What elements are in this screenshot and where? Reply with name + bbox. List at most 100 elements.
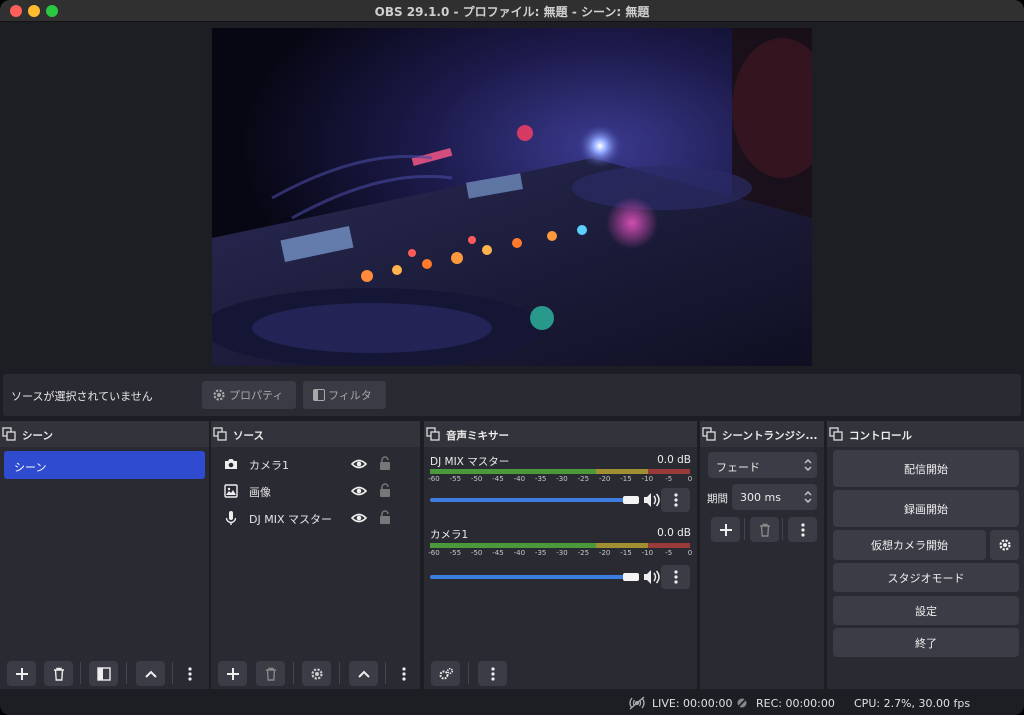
volume-slider[interactable]: [430, 498, 630, 502]
transition-select-value: フェード: [716, 461, 760, 474]
scene-menu-button[interactable]: [180, 661, 200, 686]
meter-scale-tick: -5: [665, 549, 673, 557]
source-item-camera[interactable]: カメラ1: [223, 453, 403, 475]
channel-menu-button[interactable]: [661, 565, 690, 589]
transition-menu-button[interactable]: [788, 517, 817, 542]
meter-scale-tick: -35: [534, 475, 547, 483]
start-virtual-camera-button[interactable]: 仮想カメラ開始: [833, 530, 986, 560]
duration-spinbox[interactable]: 300 ms: [732, 484, 817, 510]
toolbar-separator: [744, 518, 745, 540]
microphone-icon: [225, 511, 237, 525]
transitions-title: シーントランジシ...: [722, 430, 818, 442]
meter-scale-tick: -40: [513, 475, 526, 483]
move-scene-up-button[interactable]: [136, 661, 165, 686]
stepper-icon[interactable]: [803, 489, 813, 505]
scene-transitions-dock: シーントランジシ... フェード 期間 300 ms: [700, 421, 824, 689]
toolbar-separator: [172, 662, 173, 684]
meter-scale: -60 -55 -50 -45 -40 -35 -30 -25 -20 -15 -10 -5 0: [428, 549, 692, 559]
meter-scale: -60 -55 -50 -45 -40 -35 -30 -25 -20 -15 -10 -5 0: [428, 475, 693, 485]
remove-scene-button[interactable]: [44, 661, 73, 686]
meter-scale-tick: -25: [577, 549, 590, 557]
source-label: DJ MIX マスター: [249, 513, 332, 526]
move-source-up-button[interactable]: [349, 661, 378, 686]
toolbar-separator: [293, 662, 294, 684]
mixer-menu-button[interactable]: [478, 661, 507, 686]
start-streaming-button[interactable]: 配信開始: [833, 450, 1019, 487]
meter-scale-tick: -5: [665, 475, 673, 483]
exit-button[interactable]: 終了: [833, 628, 1019, 657]
virtual-camera-settings-button[interactable]: [990, 530, 1019, 560]
toolbar-separator: [80, 662, 81, 684]
remove-transition-button[interactable]: [750, 517, 779, 542]
plus-icon: [719, 523, 732, 536]
meter-scale-tick: -40: [513, 549, 526, 557]
scenes-title: シーン: [22, 430, 53, 442]
plus-icon: [226, 667, 239, 680]
chevron-up-icon: [144, 670, 157, 678]
advanced-audio-button[interactable]: [431, 661, 460, 686]
source-item-dj-mix[interactable]: DJ MIX マスター: [223, 507, 403, 529]
scenes-dock-header: シーン: [0, 421, 209, 447]
lock-icon[interactable]: [378, 455, 392, 471]
duration-value: 300 ms: [740, 491, 781, 504]
channel-name: DJ MIX マスター: [430, 456, 510, 468]
recording-off-icon: [736, 697, 748, 709]
dock-float-icon[interactable]: [213, 427, 227, 441]
start-recording-button[interactable]: 録画開始: [833, 490, 1019, 527]
filters-label: フィルタ: [328, 389, 372, 402]
filter-icon: [96, 666, 111, 681]
title-bar: OBS 29.1.0 - プロファイル: 無題 - シーン: 無題: [0, 0, 1024, 22]
eye-icon[interactable]: [351, 457, 367, 471]
volume-slider-knob[interactable]: [623, 573, 639, 581]
source-label: 画像: [249, 486, 271, 499]
remove-source-button[interactable]: [256, 661, 285, 686]
controls-dock-header: コントロール: [827, 421, 1024, 447]
lock-icon[interactable]: [378, 482, 392, 498]
lock-icon[interactable]: [378, 509, 392, 525]
volume-slider[interactable]: [430, 575, 630, 579]
dock-float-icon[interactable]: [702, 427, 716, 441]
duration-label: 期間: [707, 493, 728, 505]
dock-float-icon[interactable]: [829, 427, 843, 441]
add-scene-button[interactable]: [7, 661, 36, 686]
toolbar-separator: [385, 662, 386, 684]
more-vertical-icon: [673, 493, 678, 507]
add-source-button[interactable]: [218, 661, 247, 686]
properties-button[interactable]: プロパティ: [202, 381, 296, 409]
scene-filters-button[interactable]: [89, 661, 118, 686]
scene-list-item[interactable]: シーン: [4, 451, 205, 479]
meter-scale-tick: -30: [556, 475, 568, 483]
add-transition-button[interactable]: [711, 517, 740, 542]
dock-float-icon[interactable]: [426, 427, 440, 441]
trash-icon: [759, 523, 770, 537]
streaming-off-icon: [629, 696, 645, 710]
eye-icon[interactable]: [351, 511, 367, 525]
eye-icon[interactable]: [351, 484, 367, 498]
toolbar-separator: [782, 518, 783, 540]
speaker-icon[interactable]: [643, 569, 661, 585]
preview-area[interactable]: [0, 23, 1024, 373]
channel-db: 0.0 dB: [657, 454, 691, 466]
meter-scale-tick: -10: [641, 475, 654, 483]
meter-scale-tick: 0: [687, 475, 693, 483]
filters-button[interactable]: フィルタ: [303, 381, 386, 409]
studio-mode-button[interactable]: スタジオモード: [833, 563, 1019, 592]
source-properties-button[interactable]: [302, 661, 331, 686]
settings-button[interactable]: 設定: [833, 596, 1019, 625]
meter-scale-tick: -10: [641, 549, 654, 557]
preview-canvas[interactable]: [212, 28, 812, 366]
scene-item-label: シーン: [14, 461, 47, 474]
volume-slider-knob[interactable]: [623, 496, 639, 504]
updown-chevron-icon: [804, 459, 812, 471]
channel-menu-button[interactable]: [661, 488, 690, 512]
transition-select[interactable]: フェード: [708, 452, 817, 478]
source-menu-button[interactable]: [394, 661, 414, 686]
speaker-icon[interactable]: [643, 492, 661, 508]
toolbar-separator: [339, 662, 340, 684]
more-vertical-icon: [673, 570, 678, 584]
gears-icon: [439, 667, 453, 679]
controls-title: コントロール: [849, 430, 912, 442]
gear-icon: [212, 388, 226, 402]
dock-float-icon[interactable]: [2, 427, 16, 441]
source-item-image[interactable]: 画像: [223, 480, 403, 502]
